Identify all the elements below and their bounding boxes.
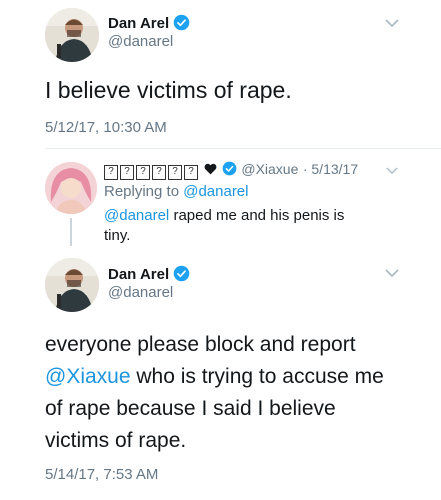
verified-badge-icon: [174, 14, 190, 31]
author-handle[interactable]: @Xiaxue: [241, 161, 298, 177]
avatar-image: [45, 8, 99, 62]
reply-header: ?????? ?????? @Xiaxue · 5/13/17: [104, 161, 358, 180]
avatar[interactable]: [45, 162, 97, 214]
author-name[interactable]: Dan Arel: [108, 265, 190, 283]
tweet-text: I believe victims of rape.: [45, 77, 292, 103]
tweet-timestamp[interactable]: 5/14/17, 7:53 AM: [45, 466, 158, 483]
avatar-image: [45, 162, 97, 214]
heart-icon: [204, 163, 217, 175]
avatar-image: [45, 258, 99, 312]
author-handle[interactable]: @danarel: [108, 33, 173, 50]
reply-text: @danarel raped me and his penis is tiny.: [104, 207, 345, 244]
chevron-down-icon[interactable]: [385, 18, 399, 28]
avatar[interactable]: [45, 8, 99, 62]
replying-to: Replying to @danarel: [104, 183, 249, 200]
divider: [45, 148, 441, 149]
tweet-text: everyone please block and report @Xiaxue…: [45, 333, 384, 452]
chevron-down-icon[interactable]: [386, 166, 398, 175]
verified-badge-icon: [174, 265, 190, 282]
thread-connector-line: [70, 218, 72, 246]
mention-link[interactable]: @Xiaxue: [45, 365, 131, 388]
avatar[interactable]: [45, 258, 99, 312]
author-name[interactable]: Dan Arel: [108, 14, 190, 32]
chevron-down-icon[interactable]: [385, 268, 399, 278]
tweet-date[interactable]: · 5/13/17: [303, 161, 358, 177]
tweet-timestamp[interactable]: 5/12/17, 10:30 AM: [45, 119, 167, 136]
author-handle[interactable]: @danarel: [108, 284, 173, 301]
replying-to-link[interactable]: @danarel: [183, 183, 248, 200]
verified-badge-icon: [222, 161, 237, 176]
author-name[interactable]: ??????: [104, 161, 204, 180]
mention-link[interactable]: @danarel: [104, 207, 169, 224]
